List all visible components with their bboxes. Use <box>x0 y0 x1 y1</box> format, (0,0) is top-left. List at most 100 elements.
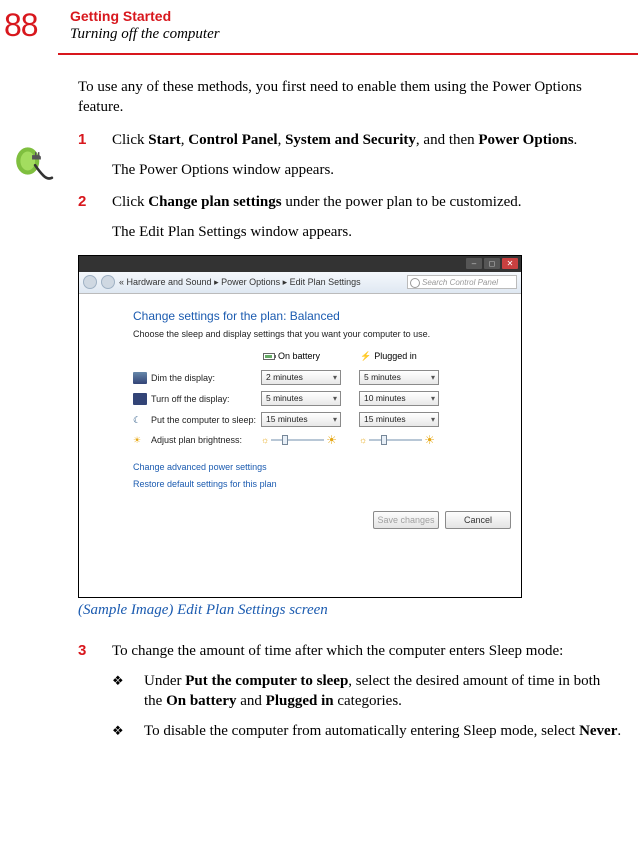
label: Dim the display: <box>151 372 261 384</box>
close-button[interactable]: ✕ <box>502 258 518 269</box>
text: To disable the computer from automatical… <box>144 723 579 739</box>
text: , and then <box>416 132 478 148</box>
step-number: 1 <box>78 130 106 150</box>
page-number: 88 <box>0 4 70 47</box>
bold-controlpanel: Control Panel <box>188 132 277 148</box>
diamond-bullet-icon: ❖ <box>112 672 124 690</box>
nav-bar: « Hardware and Sound ▸ Power Options ▸ E… <box>79 272 521 294</box>
label: On battery <box>278 350 320 362</box>
bold-on-battery: On battery <box>166 693 236 709</box>
steps: 1 Click Start, Control Panel, System and… <box>0 130 638 243</box>
sun-bright-icon: ☀ <box>326 432 337 448</box>
back-button[interactable] <box>83 275 97 289</box>
step-3: 3 To change the amount of time after whi… <box>78 641 622 661</box>
plan-title: Change settings for the plan: Balanced <box>133 308 499 324</box>
dialog-buttons: Save changes Cancel <box>79 505 521 539</box>
text: under the power plan to be customized. <box>282 194 522 210</box>
dim-battery-dropdown[interactable]: 2 minutes <box>261 370 341 385</box>
off-plugged-dropdown[interactable]: 10 minutes <box>359 391 439 406</box>
text: and <box>237 693 266 709</box>
forward-button[interactable] <box>101 275 115 289</box>
step-number: 2 <box>78 192 106 212</box>
label: Put the computer to sleep: <box>151 414 261 426</box>
bold-put-sleep: Put the computer to sleep <box>185 673 348 689</box>
screenshot-caption: (Sample Image) Edit Plan Settings screen <box>78 600 638 620</box>
bold-power-options: Power Options <box>478 132 573 148</box>
advanced-settings-link[interactable]: Change advanced power settings <box>133 461 499 473</box>
label: Plugged in <box>374 350 417 362</box>
text: Click <box>112 132 148 148</box>
diamond-bullet-icon: ❖ <box>112 722 124 740</box>
bold-plugged-in: Plugged in <box>266 693 334 709</box>
step-number: 3 <box>78 641 106 661</box>
breadcrumb[interactable]: « Hardware and Sound ▸ Power Options ▸ E… <box>119 276 403 288</box>
save-changes-button[interactable]: Save changes <box>373 511 439 529</box>
step-3-block: 3 To change the amount of time after whi… <box>0 641 638 742</box>
battery-icon <box>263 353 275 360</box>
plugged-in-header: ⚡ Plugged in <box>360 350 417 362</box>
cancel-button[interactable]: Cancel <box>445 511 511 529</box>
sleep-row: ☾ Put the computer to sleep: 15 minutes … <box>133 412 499 427</box>
monitor-icon <box>133 372 147 384</box>
bold-start: Start <box>148 132 181 148</box>
step-2-note: The Edit Plan Settings window appears. <box>112 222 622 242</box>
power-plug-icon <box>12 140 54 182</box>
turn-off-display-row: Turn off the display: 5 minutes 10 minut… <box>133 391 499 406</box>
subbullet-a: ❖ Under Put the computer to sleep, selec… <box>112 671 622 712</box>
dim-display-row: Dim the display: 2 minutes 5 minutes <box>133 370 499 385</box>
step-body: Click Change plan settings under the pow… <box>112 192 622 212</box>
plan-subtitle: Choose the sleep and display settings th… <box>133 328 499 340</box>
minimize-button[interactable]: – <box>466 258 482 269</box>
brightness-plugged-slider[interactable]: ☼ ☀ <box>359 433 435 447</box>
brightness-icon: ☀ <box>133 434 147 446</box>
text: . <box>617 723 621 739</box>
brightness-battery-slider[interactable]: ☼ ☀ <box>261 433 337 447</box>
screenshot-edit-plan-settings: – ◻ ✕ « Hardware and Sound ▸ Power Optio… <box>78 255 522 599</box>
text: , <box>278 132 286 148</box>
step-1: 1 Click Start, Control Panel, System and… <box>78 130 622 150</box>
sleep-plugged-dropdown[interactable]: 15 minutes <box>359 412 439 427</box>
content-area: To use any of these methods, you first n… <box>0 77 638 118</box>
search-input[interactable]: Search Control Panel <box>407 275 517 289</box>
sleep-battery-dropdown[interactable]: 15 minutes <box>261 412 341 427</box>
restore-defaults-link[interactable]: Restore default settings for this plan <box>133 478 499 490</box>
label: Turn off the display: <box>151 393 261 405</box>
window-titlebar: – ◻ ✕ <box>79 256 521 272</box>
monitor-off-icon <box>133 393 147 405</box>
dim-plugged-dropdown[interactable]: 5 minutes <box>359 370 439 385</box>
step-2: 2 Click Change plan settings under the p… <box>78 192 622 212</box>
sun-dim-icon: ☼ <box>359 434 367 446</box>
bold-change-plan: Change plan settings <box>148 194 281 210</box>
subbullet-body: To disable the computer from automatical… <box>144 721 622 741</box>
subbullet-body: Under Put the computer to sleep, select … <box>144 671 622 712</box>
screenshot-body: Change settings for the plan: Balanced C… <box>79 294 521 506</box>
on-battery-header: On battery <box>263 350 320 362</box>
sleep-icon: ☾ <box>133 414 147 426</box>
header-divider <box>58 53 638 55</box>
text: Click <box>112 194 148 210</box>
chapter-title: Getting Started <box>70 8 220 25</box>
off-battery-dropdown[interactable]: 5 minutes <box>261 391 341 406</box>
header-text: Getting Started Turning off the computer <box>70 4 220 43</box>
page-header: 88 Getting Started Turning off the compu… <box>0 0 638 53</box>
intro-paragraph: To use any of these methods, you first n… <box>78 77 622 118</box>
column-headers: On battery ⚡ Plugged in <box>263 350 499 362</box>
bold-system-security: System and Security <box>285 132 416 148</box>
subbullet-b: ❖ To disable the computer from automatic… <box>112 721 622 741</box>
text: Under <box>144 673 185 689</box>
step-body: Click Start, Control Panel, System and S… <box>112 130 622 150</box>
label: Adjust plan brightness: <box>151 434 261 446</box>
step-body: To change the amount of time after which… <box>112 641 622 661</box>
text: categories. <box>334 693 402 709</box>
bold-never: Never <box>579 723 617 739</box>
screenshot-padding <box>79 539 521 597</box>
text: . <box>574 132 578 148</box>
plug-icon: ⚡ <box>360 350 371 362</box>
section-title: Turning off the computer <box>70 25 220 43</box>
links-group: Change advanced power settings Restore d… <box>133 461 499 490</box>
sun-bright-icon: ☀ <box>424 432 435 448</box>
sun-dim-icon: ☼ <box>261 434 269 446</box>
brightness-row: ☀ Adjust plan brightness: ☼ ☀ ☼ ☀ <box>133 433 499 447</box>
maximize-button[interactable]: ◻ <box>484 258 500 269</box>
step-1-note: The Power Options window appears. <box>112 160 622 180</box>
